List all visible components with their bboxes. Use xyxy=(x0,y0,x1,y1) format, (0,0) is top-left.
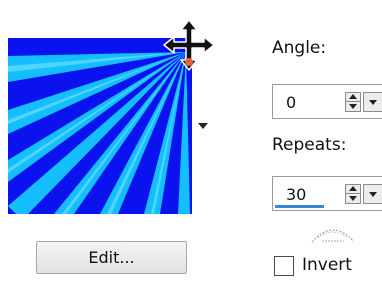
invert-label[interactable]: Invert xyxy=(302,255,352,275)
edit-button[interactable]: Edit... xyxy=(36,241,187,274)
angle-label: Angle: xyxy=(272,38,327,58)
dropdown-arrow-icon[interactable] xyxy=(197,121,209,131)
invert-badge-icon xyxy=(311,229,355,243)
spin-up-down-icon[interactable] xyxy=(345,92,361,112)
repeats-value[interactable]: 30 xyxy=(286,185,306,204)
invert-checkbox[interactable] xyxy=(274,256,294,276)
repeats-spinbox[interactable]: 30 xyxy=(272,176,382,211)
repeats-progress-bar xyxy=(275,205,324,208)
spin-dropdown-icon[interactable] xyxy=(363,92,382,112)
angle-spinbox[interactable]: 0 xyxy=(272,84,382,119)
move-cursor-icon xyxy=(163,19,215,71)
spin-up-down-icon[interactable] xyxy=(345,184,361,204)
spin-dropdown-icon[interactable] xyxy=(363,184,382,204)
angle-value[interactable]: 0 xyxy=(286,93,296,112)
repeats-label: Repeats: xyxy=(272,135,347,155)
